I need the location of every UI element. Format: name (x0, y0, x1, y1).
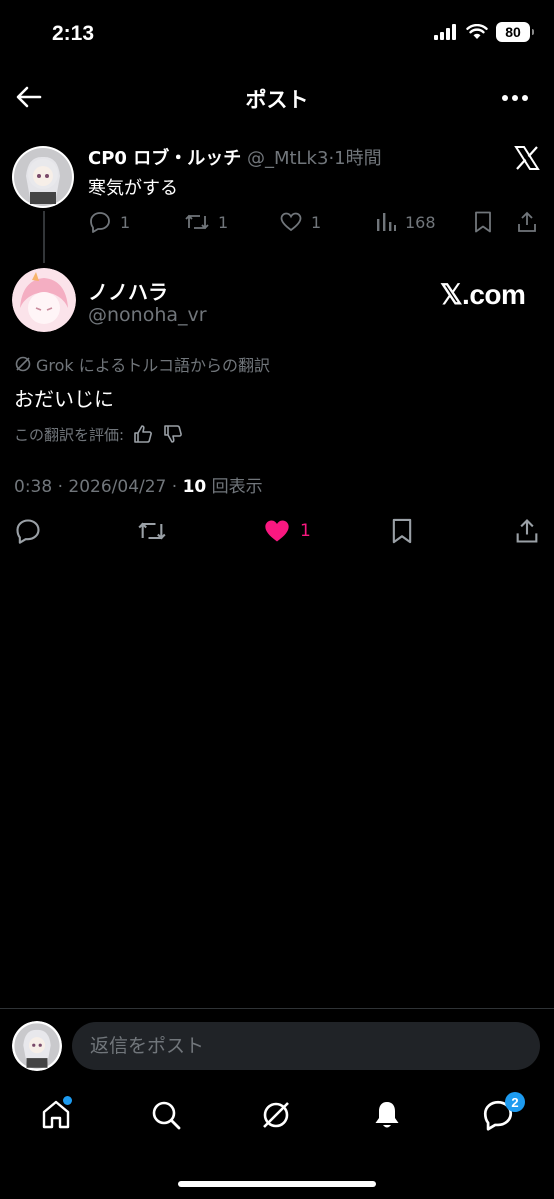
main-post-avatar[interactable] (12, 268, 76, 332)
view-label: 回表示 (206, 477, 263, 497)
thumbs-up-icon[interactable] (132, 423, 154, 445)
post-meta: 0:38 · 2026/04/27 · 10 回表示 (14, 472, 263, 497)
reply-input[interactable]: 返信をポスト (72, 1022, 540, 1070)
cellular-signal-icon (434, 24, 456, 40)
tab-notifications[interactable] (370, 1098, 404, 1132)
reply-bar: 返信をポスト (0, 1008, 554, 1081)
bookmark-icon[interactable] (472, 210, 494, 234)
tab-messages[interactable]: 2 (481, 1092, 525, 1132)
parent-views-button[interactable]: 168 (375, 210, 436, 234)
home-notification-dot (63, 1096, 72, 1105)
x-logo-icon (514, 146, 540, 170)
bookmark-icon[interactable] (389, 517, 415, 545)
tab-home[interactable] (39, 1096, 73, 1132)
parent-avatar[interactable] (12, 146, 74, 208)
parent-action-bar: 1 1 1 168 (0, 208, 554, 238)
parent-view-count: 168 (405, 212, 436, 232)
main-display-name[interactable]: ノノハラ (88, 276, 168, 305)
status-icons: 80 (434, 22, 534, 42)
parent-repost-count: 1 (218, 212, 229, 232)
reply-icon[interactable] (14, 517, 42, 545)
main-handle[interactable]: @nonoha_vr (88, 304, 207, 326)
translation-note-text: Grok によるトルコ語からの翻訳 (36, 356, 270, 375)
status-time: 2:13 (52, 22, 95, 45)
views-icon (377, 213, 396, 231)
parent-like-button[interactable]: 1 (279, 210, 321, 234)
heart-filled-icon (265, 520, 289, 542)
search-icon (152, 1101, 181, 1130)
main-like-button[interactable]: 1 (262, 517, 311, 545)
my-avatar[interactable] (12, 1021, 62, 1071)
parent-display-name[interactable]: CP0 ロブ・ルッチ (88, 148, 241, 169)
parent-handle[interactable]: @_MtLk3 (247, 148, 329, 169)
parent-reply-button[interactable]: 1 (88, 210, 130, 234)
parent-like-count: 1 (311, 212, 322, 232)
parent-time: 1時間 (334, 148, 382, 169)
share-icon[interactable] (516, 210, 538, 234)
main-post-text: おだいじに (14, 387, 114, 411)
wifi-icon (466, 24, 488, 39)
parent-reply-count: 1 (120, 212, 131, 232)
view-count: 10 (182, 477, 207, 497)
parent-post-text: 寒気がする (88, 178, 178, 199)
bell-icon (375, 1102, 399, 1128)
thumbs-down-icon[interactable] (162, 423, 184, 445)
tab-grok[interactable] (259, 1098, 293, 1132)
x-com-watermark: 𝕏.com (440, 279, 526, 310)
post-timestamp: 0:38 · 2026/04/27 · (14, 477, 183, 497)
page-title: ポスト (245, 88, 309, 112)
battery-indicator: 80 (496, 22, 534, 42)
share-icon[interactable] (514, 517, 540, 545)
messages-badge: 2 (505, 1092, 525, 1112)
rate-label: この翻訳を評価: (14, 425, 125, 444)
tab-bar: 2 (0, 1088, 554, 1148)
translation-note[interactable]: Grok によるトルコ語からの翻訳 (14, 352, 270, 376)
more-icon[interactable] (500, 86, 530, 110)
heart-icon (280, 212, 302, 232)
repost-icon[interactable] (136, 517, 168, 545)
main-action-bar: 1 (0, 515, 554, 549)
main-like-count: 1 (300, 521, 311, 541)
grok-icon (15, 356, 31, 372)
rate-translation: この翻訳を評価: (14, 423, 184, 445)
tab-search[interactable] (149, 1098, 183, 1132)
grok-tab-icon (263, 1102, 289, 1128)
parent-repost-button[interactable]: 1 (184, 210, 228, 234)
home-indicator (178, 1181, 376, 1187)
parent-post-header: CP0 ロブ・ルッチ @_MtLk3·1時間 (88, 144, 382, 170)
reply-icon (90, 212, 110, 233)
status-bar: 2:13 80 (0, 0, 554, 70)
repost-icon (185, 214, 209, 230)
top-nav: ポスト (0, 76, 554, 120)
